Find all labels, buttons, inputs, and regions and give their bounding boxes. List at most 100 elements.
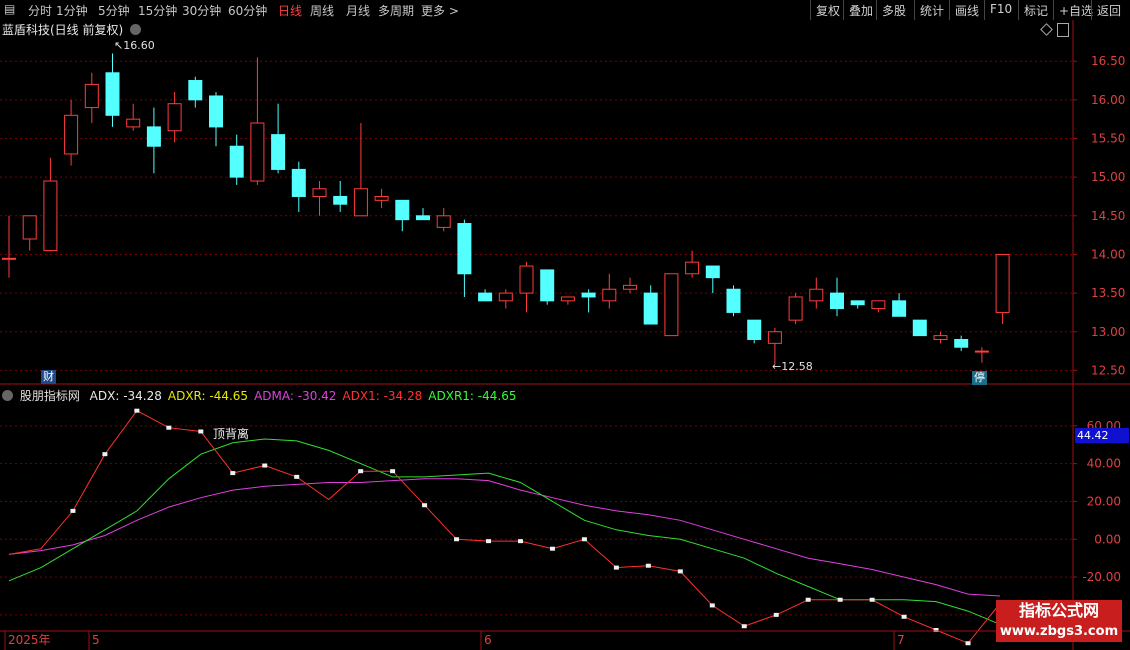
adx-marker: [102, 452, 108, 457]
toolbar-button-8[interactable]: 返回: [1091, 0, 1130, 20]
price-tick-label: 15.00: [1091, 170, 1125, 184]
scroll-icon[interactable]: [1057, 23, 1069, 37]
adx-marker: [70, 508, 76, 513]
legend-item-0: ADX: -34.28: [89, 389, 162, 403]
halt-tag[interactable]: 停: [972, 371, 987, 385]
adx-marker: [709, 603, 715, 608]
candle-body: [312, 188, 327, 197]
watermark-url: www.zbgs3.com: [996, 622, 1122, 642]
indicator-tick-label: 20.00: [1087, 494, 1121, 508]
adx-marker: [837, 597, 843, 602]
main-panel-header: 蓝盾科技(日线 前复权): [2, 21, 142, 37]
candle-body: [416, 215, 430, 221]
adx-marker: [965, 641, 971, 646]
adx-marker: [262, 463, 268, 468]
price-tick-label: 12.50: [1091, 363, 1125, 377]
price-tick-label: 16.50: [1091, 54, 1125, 68]
indicator-header: 股朋指标网 ADX: -34.28 ADXR: -44.65 ADMA: -30.4…: [2, 387, 516, 403]
toolbar-button-6[interactable]: 标记: [1018, 0, 1053, 20]
candle-body: [540, 269, 555, 302]
period-tab-8[interactable]: 月线: [346, 2, 370, 19]
toolbar-button-0[interactable]: 复权: [810, 0, 843, 20]
candle-body: [664, 273, 679, 337]
price-tick-label: 15.50: [1091, 131, 1125, 145]
settings-icon[interactable]: [130, 24, 142, 35]
adx-marker: [645, 563, 651, 568]
candle-body: [126, 118, 141, 128]
date-label: 6: [484, 633, 492, 647]
price-tick-label: 13.00: [1091, 325, 1125, 339]
adx-marker: [677, 569, 683, 574]
date-label: 2025年: [8, 633, 51, 647]
candle-body: [974, 350, 989, 353]
date-label: 5: [92, 633, 100, 647]
candle-body: [188, 80, 203, 101]
period-tab-0[interactable]: 分时: [28, 2, 52, 19]
candle-body: [291, 168, 306, 197]
candle-body: [767, 331, 782, 344]
adx-marker: [358, 469, 364, 474]
adx-marker: [517, 539, 523, 544]
adx-marker: [741, 624, 747, 629]
candle-body: [560, 296, 575, 302]
adx-marker: [805, 597, 811, 602]
adx-marker: [422, 503, 428, 508]
period-tab-7[interactable]: 周线: [310, 2, 334, 19]
legend-item-2: ADMA: -30.42: [254, 389, 337, 403]
adx-marker: [773, 612, 779, 617]
candle-body: [22, 215, 37, 240]
watermark-title: 指标公式网: [996, 600, 1122, 622]
indicator-name: 股朋指标网: [19, 389, 80, 403]
toolbar-button-7[interactable]: +自选: [1053, 0, 1093, 20]
toolbar-button-5[interactable]: F10: [984, 0, 1018, 20]
adx-marker: [901, 614, 907, 619]
candle-body: [850, 300, 865, 306]
candle-body: [954, 338, 969, 348]
toolbar-button-3[interactable]: 统计: [914, 0, 949, 20]
low-price-label: ←12.58: [772, 360, 813, 373]
price-tick-label: 14.00: [1091, 247, 1125, 261]
stock-title: 蓝盾科技(日线 前复权): [2, 23, 124, 37]
finance-tag[interactable]: 财: [41, 370, 56, 384]
period-tab-10[interactable]: 更多 >: [421, 2, 459, 19]
toolbar-button-4[interactable]: 画线: [949, 0, 984, 20]
period-tab-5[interactable]: 60分钟: [228, 2, 267, 19]
candle-body: [705, 265, 720, 279]
legend-item-4: ADXR1: -44.65: [428, 389, 517, 403]
adx-marker: [454, 537, 460, 542]
adx-marker: [166, 425, 172, 430]
indicator-settings-icon[interactable]: [2, 390, 13, 401]
candle-body: [395, 199, 410, 221]
adx-marker: [486, 539, 492, 544]
candle-body: [995, 253, 1010, 313]
candle-body: [871, 300, 886, 310]
toolbar-button-1[interactable]: 叠加: [843, 0, 876, 20]
adx-marker: [230, 471, 236, 476]
candle-body: [519, 265, 534, 294]
period-tab-3[interactable]: 15分钟: [138, 2, 177, 19]
candle-body: [43, 180, 58, 252]
candle-body: [146, 126, 161, 147]
candle-body: [229, 145, 244, 178]
candle-body: [84, 83, 99, 109]
period-tab-9[interactable]: 多周期: [378, 2, 414, 19]
period-tab-4[interactable]: 30分钟: [182, 2, 221, 19]
legend-item-1: ADXR: -44.65: [167, 389, 249, 403]
candle-body: [809, 288, 824, 302]
period-tab-6[interactable]: 日线: [278, 2, 302, 19]
candle-body: [271, 134, 286, 170]
period-tab-1[interactable]: 1分钟: [56, 2, 88, 19]
indicator-tick-label: 0.00: [1094, 532, 1121, 546]
candle-body: [747, 319, 762, 340]
price-tick-label: 14.50: [1091, 209, 1125, 223]
legend-item-3: ADX1: -34.28: [342, 389, 423, 403]
period-tab-2[interactable]: 5分钟: [98, 2, 130, 19]
candle-body: [685, 261, 700, 275]
current-value-badge: 44.42: [1075, 428, 1129, 443]
adx-marker: [869, 597, 875, 602]
menu-icon[interactable]: ▤: [4, 2, 15, 16]
chart-area: 16.50 16.00 15.50 15.00 14.50 14.00 13.50 13.00…: [0, 20, 1130, 650]
toolbar-button-2[interactable]: 多股: [876, 0, 914, 20]
candle-body: [892, 300, 907, 317]
adx-marker: [613, 565, 619, 570]
